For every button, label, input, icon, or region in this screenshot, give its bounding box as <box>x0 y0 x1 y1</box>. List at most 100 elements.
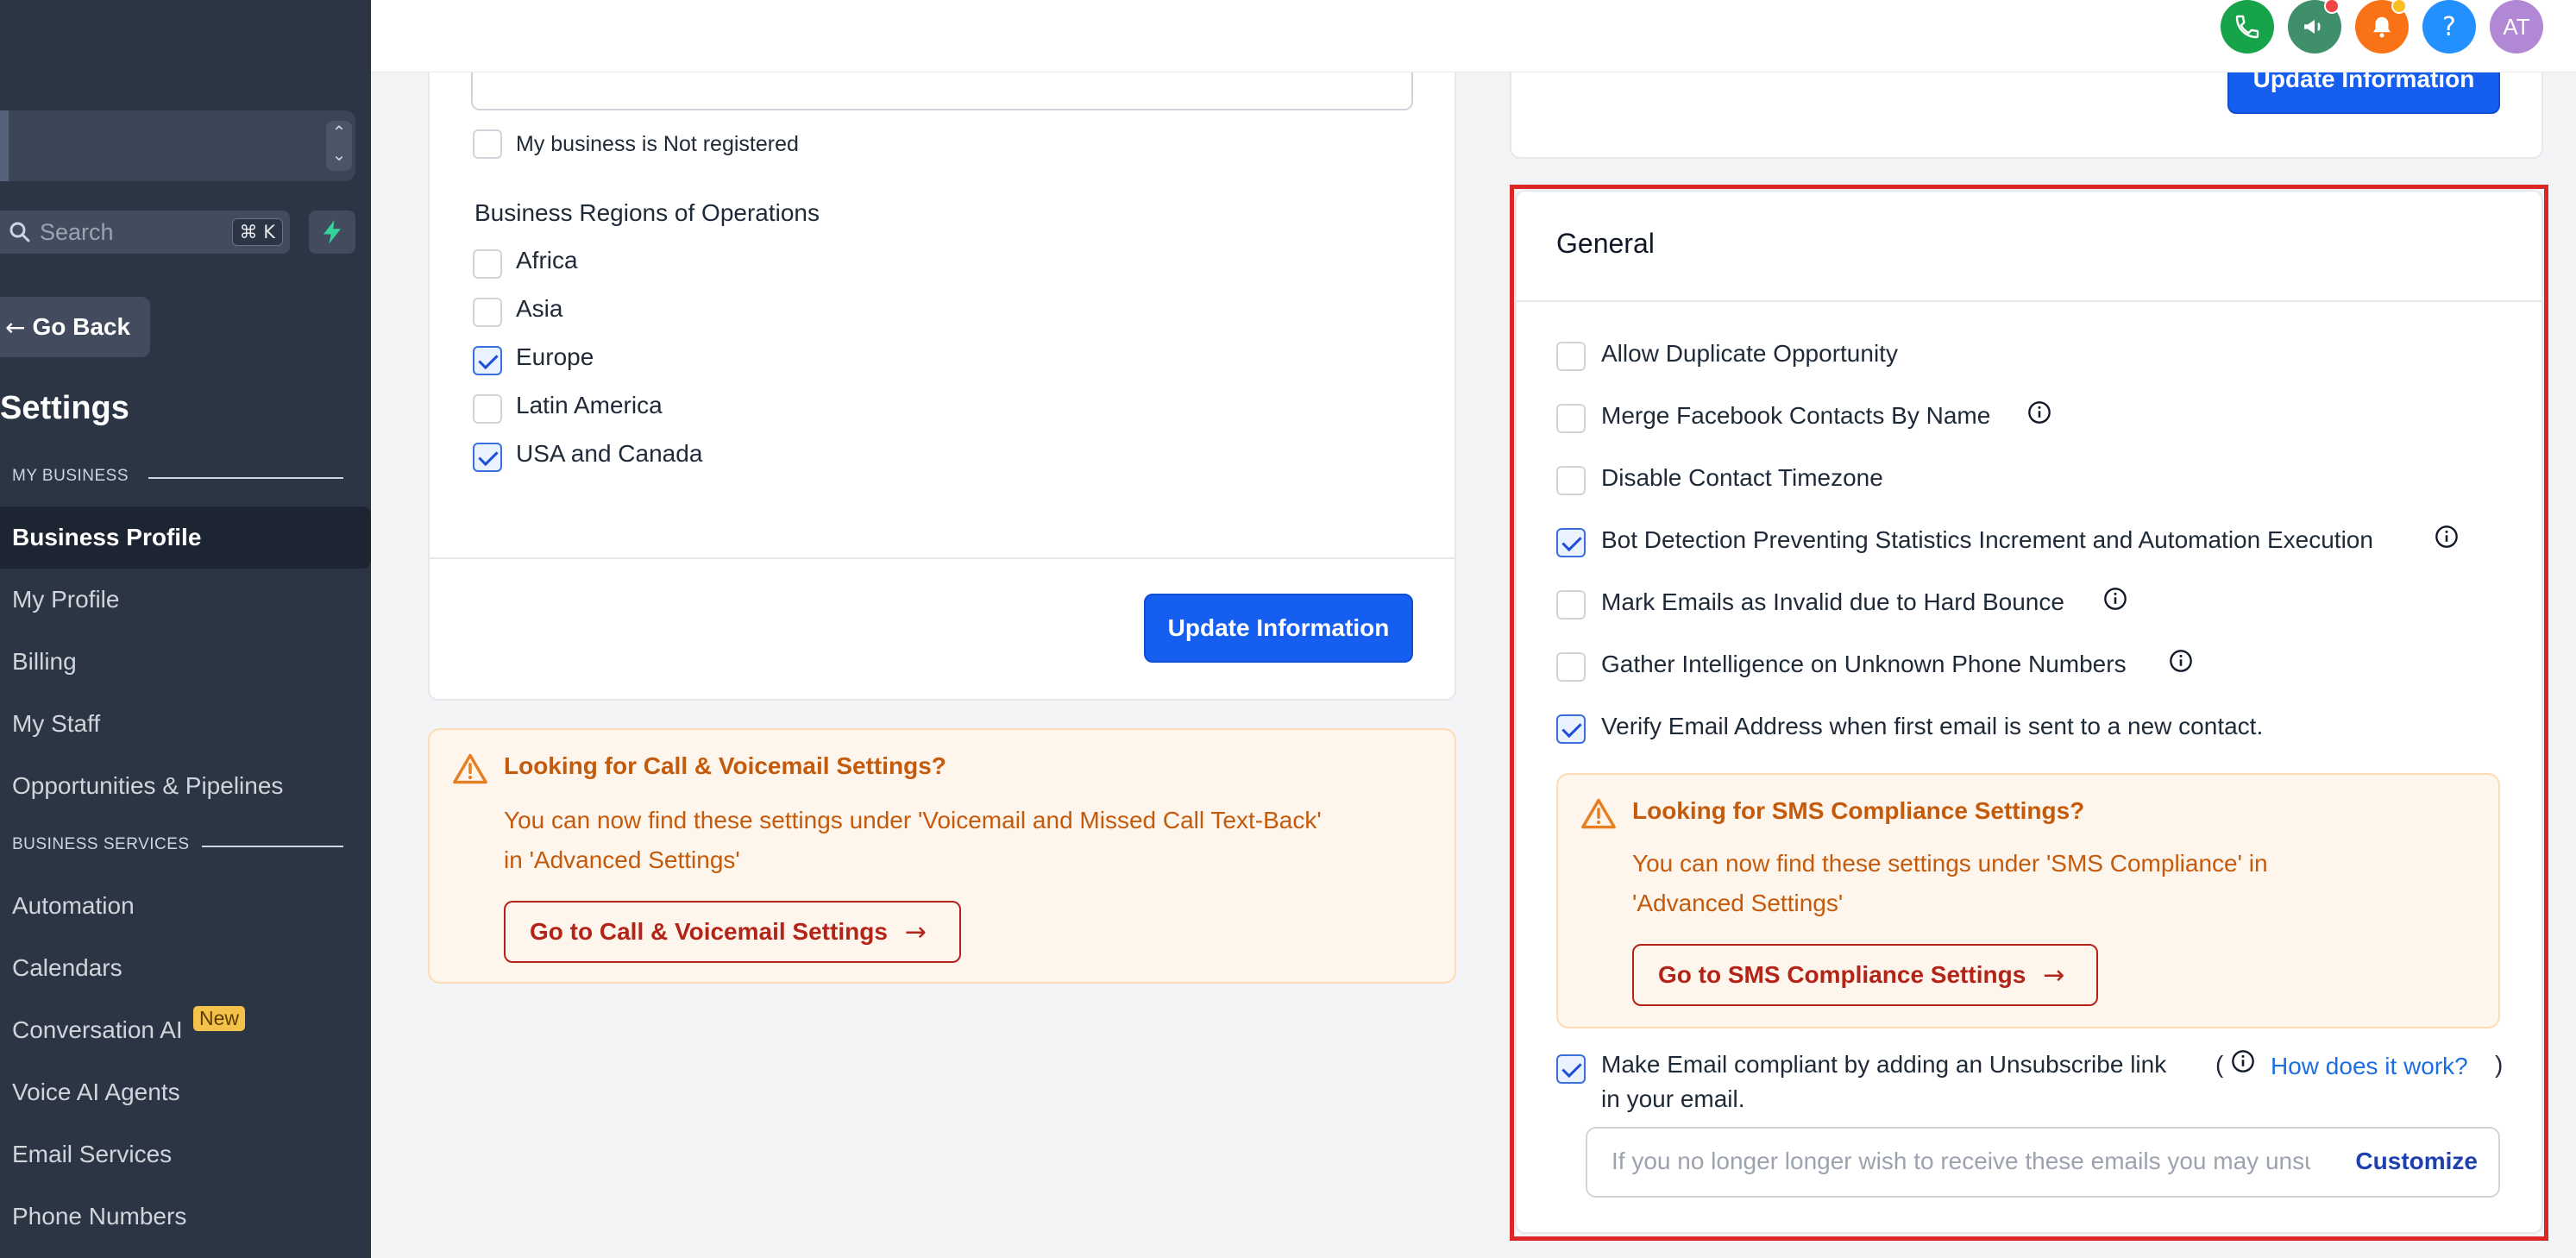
sidebar-item-automation[interactable]: Automation <box>0 875 371 937</box>
region-label-latin-america: Latin America <box>516 392 663 418</box>
arrow-left-icon: ← <box>5 312 26 342</box>
bot-detection-label: Bot Detection Preventing Statistics Incr… <box>1601 526 2373 553</box>
avatar[interactable]: AT <box>2490 0 2543 53</box>
call-alert-line2: in 'Advanced Settings' <box>504 846 740 873</box>
quick-actions-button[interactable] <box>309 211 355 254</box>
warning-icon <box>1581 798 1616 829</box>
unsubscribe-label-line2: in your email. <box>1601 1085 1745 1112</box>
section-my-business-label: MY BUSINESS <box>12 467 129 485</box>
chevron-updown-icon: ⌃ ⌄ <box>326 121 352 171</box>
disable-contact-timezone-checkbox[interactable] <box>1556 466 1586 495</box>
sidebar-item-label: My Staff <box>12 710 101 737</box>
paren-close: ) <box>2495 1051 2504 1078</box>
sidebar-item-phone-numbers[interactable]: Phone Numbers <box>0 1186 371 1248</box>
notifications-button[interactable] <box>2355 0 2409 53</box>
region-checkbox-africa[interactable] <box>473 249 502 279</box>
divider <box>148 477 343 479</box>
announcements-button[interactable] <box>2288 0 2341 53</box>
sidebar-item-label: Phone Numbers <box>12 1203 187 1230</box>
sidebar-item-label: Automation <box>12 892 135 919</box>
allow-duplicate-opportunity-label: Allow Duplicate Opportunity <box>1601 340 1898 367</box>
sidebar-item-label: Email Services <box>12 1141 173 1167</box>
section-business-services-label: BUSINESS SERVICES <box>12 835 190 853</box>
disable-contact-timezone-label: Disable Contact Timezone <box>1601 464 1883 491</box>
mark-emails-invalid-checkbox[interactable] <box>1556 590 1586 620</box>
section-business-services: BUSINESS SERVICES <box>12 835 343 854</box>
search-icon <box>9 222 30 242</box>
new-badge: New <box>193 1006 246 1031</box>
sidebar-item-my-profile[interactable]: My Profile <box>0 569 371 631</box>
sidebar-item-calendars[interactable]: Calendars <box>0 937 371 999</box>
info-icon[interactable] <box>2027 400 2051 425</box>
phone-button[interactable] <box>2221 0 2274 53</box>
business-info-card: 123456789 My business is Not registered … <box>428 35 1456 701</box>
megaphone-icon <box>2304 20 2321 34</box>
bot-detection-checkbox[interactable] <box>1556 528 1586 557</box>
info-icon[interactable] <box>2103 587 2127 611</box>
sidebar-item-opportunities[interactable]: Opportunities & Pipelines <box>0 755 371 817</box>
location-switcher[interactable]: ⌃ ⌄ <box>0 110 355 181</box>
topbar: ? AT <box>371 0 2576 72</box>
go-to-call-settings-label: Go to Call & Voicemail Settings <box>530 918 888 945</box>
sidebar-item-email-services[interactable]: Email Services <box>0 1123 371 1186</box>
region-checkbox-asia[interactable] <box>473 298 502 327</box>
sidebar-item-conversation-ai[interactable]: Conversation AI New <box>0 999 371 1061</box>
unsubscribe-placeholder: If you no longer longer wish to receive … <box>1612 1148 2310 1174</box>
how-does-it-work-link[interactable]: How does it work? <box>2271 1053 2468 1080</box>
region-checkbox-europe[interactable] <box>473 346 502 375</box>
verify-email-checkbox[interactable] <box>1556 714 1586 744</box>
sidebar-item-billing[interactable]: Billing <box>0 631 371 693</box>
go-to-sms-settings-button[interactable]: Go to SMS Compliance Settings → <box>1632 944 2098 1006</box>
search-shortcut: ⌘ K <box>231 218 283 246</box>
sms-alert-line1: You can now find these settings under 'S… <box>1632 850 2268 877</box>
not-registered-label: My business is Not registered <box>516 132 799 156</box>
sidebar-item-label: Calendars <box>12 954 123 981</box>
help-icon: ? <box>2442 11 2456 42</box>
call-alert-line1: You can now find these settings under 'V… <box>504 807 1322 833</box>
region-checkbox-usa-canada[interactable] <box>473 443 502 472</box>
update-information-button[interactable]: Update Information <box>1144 594 1413 663</box>
lightning-icon <box>324 220 341 244</box>
gather-intelligence-checkbox[interactable] <box>1556 652 1586 682</box>
go-to-call-settings-button[interactable]: Go to Call & Voicemail Settings → <box>504 901 961 963</box>
unsubscribe-link-checkbox[interactable] <box>1556 1054 1586 1084</box>
phone-icon <box>2235 15 2259 39</box>
sidebar-item-my-staff[interactable]: My Staff <box>0 693 371 755</box>
sidebar-item-voice-ai-agents[interactable]: Voice AI Agents <box>0 1061 371 1123</box>
mark-emails-invalid-label: Mark Emails as Invalid due to Hard Bounc… <box>1601 588 2064 615</box>
help-button[interactable]: ? <box>2422 0 2476 53</box>
gather-intelligence-label: Gather Intelligence on Unknown Phone Num… <box>1601 651 2127 677</box>
go-to-sms-settings-label: Go to SMS Compliance Settings <box>1658 961 2026 988</box>
info-icon[interactable] <box>2435 525 2459 549</box>
call-alert-title: Looking for Call & Voicemail Settings? <box>504 752 946 779</box>
region-label-asia: Asia <box>516 295 563 322</box>
allow-duplicate-opportunity-checkbox[interactable] <box>1556 342 1586 371</box>
section-my-business: MY BUSINESS <box>12 467 343 486</box>
settings-title: Settings <box>0 390 129 426</box>
sidebar-item-business-profile[interactable]: Business Profile <box>0 506 371 569</box>
paren-open: ( <box>2215 1051 2224 1078</box>
not-registered-checkbox[interactable] <box>473 129 502 159</box>
merge-facebook-contacts-label: Merge Facebook Contacts By Name <box>1601 402 1991 429</box>
sms-compliance-alert: Looking for SMS Compliance Settings? You… <box>1556 773 2500 1028</box>
search-input[interactable]: Search ⌘ K <box>0 211 290 254</box>
info-icon[interactable] <box>2231 1049 2255 1073</box>
go-back-button[interactable]: ← Go Back <box>0 297 150 357</box>
region-label-europe: Europe <box>516 343 594 370</box>
sidebar-item-label: Business Profile <box>12 524 202 550</box>
customize-button[interactable]: Customize <box>2355 1148 2478 1175</box>
merge-facebook-contacts-checkbox[interactable] <box>1556 404 1586 433</box>
region-checkbox-latin-america[interactable] <box>473 394 502 424</box>
sidebar-item-label: Conversation AI <box>12 1016 183 1043</box>
sidebar-item-label: Voice AI Agents <box>12 1079 180 1105</box>
card-divider <box>430 557 1454 559</box>
divider <box>202 846 343 847</box>
general-title: General <box>1556 228 1655 259</box>
sidebar: ⌃ ⌄ Search ⌘ K ← Go Back Settings MY BUSI… <box>0 0 371 1258</box>
notification-dot <box>2324 0 2340 14</box>
unsubscribe-text-input[interactable]: If you no longer longer wish to receive … <box>1586 1127 2500 1198</box>
sms-alert-title: Looking for SMS Compliance Settings? <box>1632 797 2085 824</box>
region-label-usa-canada: USA and Canada <box>516 440 703 467</box>
sms-alert-line2: 'Advanced Settings' <box>1632 890 1844 916</box>
info-icon[interactable] <box>2169 649 2193 673</box>
